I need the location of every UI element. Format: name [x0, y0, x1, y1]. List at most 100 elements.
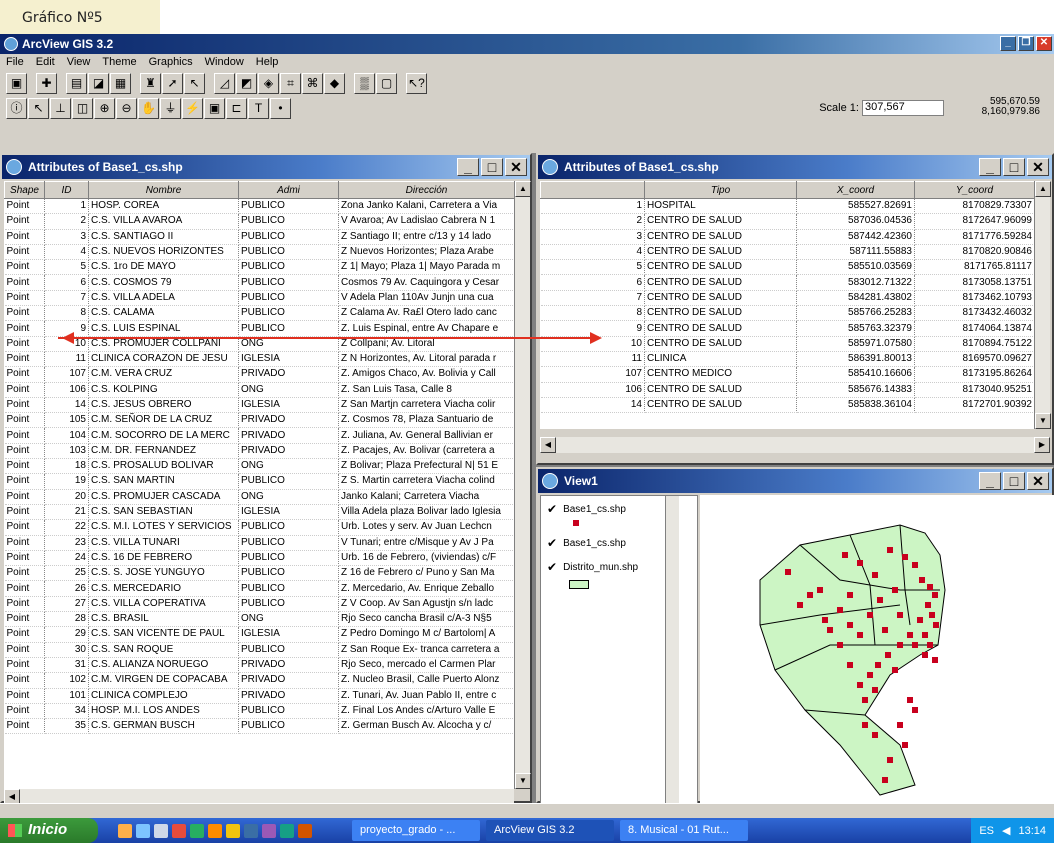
health-center-point[interactable] — [912, 707, 918, 713]
draw-point-icon[interactable]: • — [270, 98, 291, 119]
right-table-minimize-button[interactable]: _ — [979, 158, 1001, 176]
health-center-point[interactable] — [912, 642, 918, 648]
health-center-point[interactable] — [927, 642, 933, 648]
table-row[interactable]: Point 106 C.S. KOLPING ONG Z. San Luis Tasa,… — [4, 382, 514, 398]
toc-scrollbar[interactable] — [665, 496, 679, 808]
table-row[interactable]: Point 21 C.S. SAN SEBASTIAN IGLESIA Villa Ad… — [4, 504, 514, 521]
table-row[interactable]: Point 3 C.S. SANTIAGO II PUBLICO Z Santiago … — [4, 229, 514, 245]
health-center-point[interactable] — [807, 592, 813, 598]
table-row[interactable]: Point 9 C.S. LUIS ESPINAL PUBLICO Z. Luis Es… — [4, 320, 514, 337]
table-row[interactable]: Point 24 C.S. 16 DE FEBRERO PUBLICO Urb. 16 … — [4, 550, 514, 567]
table-row[interactable]: Point 22 C.S. M.I. LOTES Y SERVICIOS PUBLIC… — [4, 519, 514, 536]
vertex-edit-icon[interactable]: ⊥ — [50, 98, 71, 119]
health-center-point[interactable] — [875, 662, 881, 668]
menu-file[interactable]: File — [6, 56, 24, 71]
health-center-point[interactable] — [882, 627, 888, 633]
app-icon[interactable] — [190, 823, 204, 838]
column-header[interactable]: ID — [44, 181, 89, 199]
app-icon[interactable] — [244, 823, 258, 838]
table-row[interactable]: Point 6 C.S. COSMOS 79 PUBLICO Cosmos 79 Av.… — [4, 274, 514, 291]
area-of-interest-icon[interactable]: ▣ — [204, 98, 225, 119]
scroll-left-icon[interactable]: ◀ — [540, 437, 556, 453]
edit-legend-icon[interactable]: ◪ — [88, 73, 109, 94]
health-center-point[interactable] — [897, 612, 903, 618]
table-row[interactable]: Point 27 C.S. VILLA COPERATIVA PUBLICO Z V C… — [4, 596, 514, 613]
app-icon[interactable] — [298, 823, 312, 838]
menu-view[interactable]: View — [67, 56, 91, 71]
health-center-point[interactable] — [857, 560, 863, 566]
table-row[interactable]: Point 18 C.S. PROSALUD BOLIVAR ONG Z Bolivar… — [4, 458, 514, 475]
table-row[interactable]: Point 31 C.S. ALIANZA NORUEGO PRIVADO Rjo Se… — [4, 657, 514, 674]
column-header[interactable]: Shape — [4, 181, 45, 199]
zoom-out-fixed-icon[interactable]: ⌘ — [302, 73, 323, 94]
minimize-button[interactable]: _ — [1000, 36, 1016, 51]
health-center-point[interactable] — [907, 697, 913, 703]
health-center-point[interactable] — [882, 777, 888, 783]
view1-minimize-button[interactable]: _ — [979, 472, 1001, 490]
zoom-previous-icon[interactable]: ◆ — [324, 73, 345, 94]
health-center-point[interactable] — [872, 732, 878, 738]
table-row[interactable]: Point 104 C.M. SOCORRO DE LA MERC PRIVADO Z.… — [4, 427, 514, 444]
health-center-point[interactable] — [933, 622, 939, 628]
health-center-point[interactable] — [892, 587, 898, 593]
health-center-point[interactable] — [877, 597, 883, 603]
zoom-in-icon[interactable]: ⊕ — [94, 98, 115, 119]
help-pointer-icon[interactable]: ↖? — [406, 73, 427, 94]
right-table-grid[interactable]: Tipo X_coord Y_coord 1 HOSPITAL 585527.82691… — [540, 181, 1034, 429]
left-table-minimize-button[interactable]: _ — [457, 158, 479, 176]
right-table-close-button[interactable]: ✕ — [1027, 158, 1049, 176]
table-row[interactable]: Point 28 C.S. BRASIL ONG Rjo Seco cancha Bra… — [4, 611, 514, 628]
health-center-point[interactable] — [902, 742, 908, 748]
table-row[interactable]: Point 107 C.M. VERA CRUZ PRIVADO Z. Amigos C… — [4, 366, 514, 383]
menu-graphics[interactable]: Graphics — [149, 56, 193, 71]
zoom-active-themes-icon[interactable]: ◩ — [236, 73, 257, 94]
health-center-point[interactable] — [797, 602, 803, 608]
table-row[interactable]: Point 35 C.S. GERMAN BUSCH PUBLICO Z. German… — [4, 718, 514, 735]
toc-layer-districts[interactable]: ✔ Distrito_mun.shp — [547, 560, 638, 574]
view1-titlebar[interactable]: View1 _ □ ✕ — [538, 469, 1052, 493]
health-center-point[interactable] — [857, 632, 863, 638]
health-center-point[interactable] — [837, 642, 843, 648]
hotlink-icon[interactable]: ⚡ — [182, 98, 203, 119]
table-row[interactable]: Point 19 C.S. SAN MARTIN PUBLICO Z S. Martin… — [4, 473, 514, 490]
theme-properties-icon[interactable]: ▤ — [66, 73, 87, 94]
table-row[interactable]: 4 CENTRO DE SALUD 587111.55883 8170820.9084… — [540, 244, 1034, 261]
table-row[interactable]: 5 CENTRO DE SALUD 585510.03569 8171765.8111… — [540, 259, 1034, 276]
toc-layer-points-2[interactable]: ✔ Base1_cs.shp — [547, 536, 626, 550]
browser-icon[interactable] — [118, 823, 132, 838]
health-center-point[interactable] — [927, 584, 933, 590]
health-center-point[interactable] — [847, 592, 853, 598]
menu-edit[interactable]: Edit — [36, 56, 55, 71]
notepad-icon[interactable] — [154, 823, 168, 838]
column-header[interactable]: Admi — [238, 181, 339, 199]
health-center-point[interactable] — [912, 562, 918, 568]
table-row[interactable]: Point 34 HOSP. M.I. LOS ANDES PUBLICO Z. Fin… — [4, 703, 514, 720]
toc-layer-points-1[interactable]: ✔ Base1_cs.shp — [547, 502, 626, 516]
scroll-down-icon[interactable]: ▼ — [515, 773, 531, 789]
table-row[interactable]: Point 11 CLINICA CORAZON DE JESU IGLESIA Z N… — [4, 351, 514, 368]
health-center-point[interactable] — [897, 722, 903, 728]
pan-icon[interactable]: ✋ — [138, 98, 159, 119]
pointer-icon[interactable]: ↖ — [28, 98, 49, 119]
health-center-point[interactable] — [932, 657, 938, 663]
column-header[interactable]: X_coord — [796, 181, 915, 199]
table-row[interactable]: Point 102 C.M. VIRGEN DE COPACABA PRIVADO Z.… — [4, 672, 514, 689]
app-icon[interactable] — [172, 823, 186, 838]
table-row[interactable]: 107 CENTRO MEDICO 585410.16606 8173195.8626… — [540, 366, 1034, 383]
health-center-point[interactable] — [847, 622, 853, 628]
health-center-point[interactable] — [929, 612, 935, 618]
table-row[interactable]: 6 CENTRO DE SALUD 583012.71322 8173058.1375… — [540, 274, 1034, 291]
table-row[interactable]: Point 23 C.S. VILLA TUNARI PUBLICO V Tunari;… — [4, 535, 514, 551]
right-table-titlebar[interactable]: Attributes of Base1_cs.shp _ □ ✕ — [538, 155, 1052, 179]
right-table-vertical-scrollbar[interactable]: ▲ ▼ — [1034, 181, 1051, 429]
table-row[interactable]: 11 CLINICA 586391.80013 8169570.09627 — [540, 351, 1034, 368]
health-center-point[interactable] — [847, 662, 853, 668]
locate-address-icon[interactable]: ➚ — [162, 73, 183, 94]
column-header[interactable]: Nombre — [88, 181, 239, 199]
health-center-point[interactable] — [837, 607, 843, 613]
menu-help[interactable]: Help — [256, 56, 279, 71]
health-center-point[interactable] — [887, 757, 893, 763]
table-row[interactable]: Point 30 C.S. SAN ROQUE PUBLICO Z San Roque … — [4, 642, 514, 658]
table-row[interactable]: 8 CENTRO DE SALUD 585766.25283 8173432.4603… — [540, 305, 1034, 322]
health-center-point[interactable] — [892, 667, 898, 673]
